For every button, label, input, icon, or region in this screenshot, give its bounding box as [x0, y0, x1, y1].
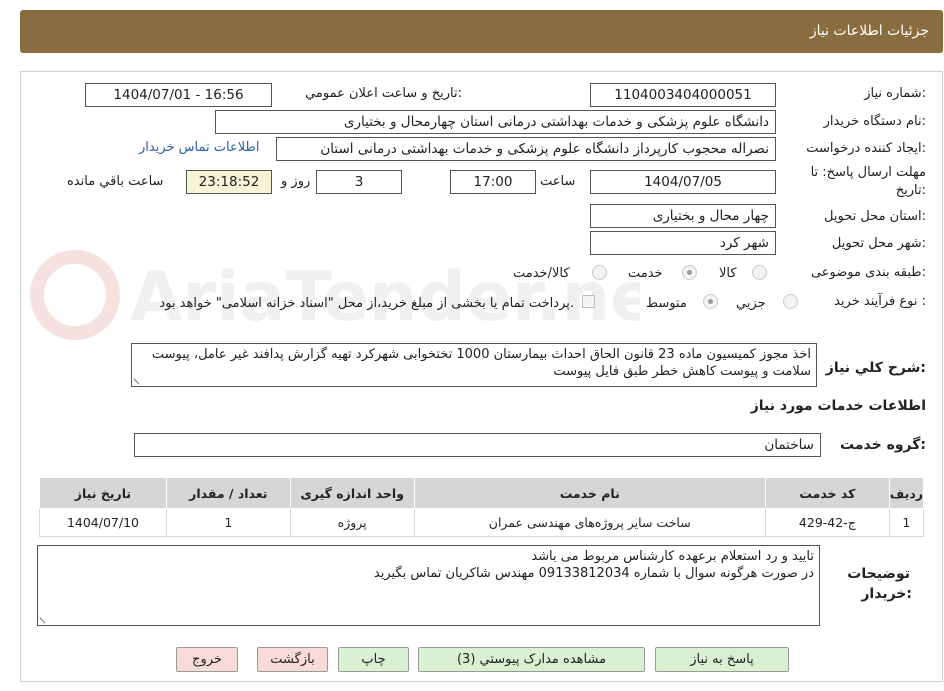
buyer-notes-label: توضیحات [847, 566, 910, 582]
buyer-notes-line-2: در صورت هرگونه سوال با شماره 09133812034… [373, 566, 814, 581]
cell-quantity: 1 [165, 508, 291, 537]
treasury-payment-checkbox[interactable] [582, 295, 595, 308]
announce-date-label: تاریخ و ساعت اعلان عمومي: [305, 86, 462, 101]
deadline-label: مهلت ارسال پاسخ: تا [810, 165, 926, 180]
services-section-title: اطلاعات خدمات مورد نیاز [750, 398, 926, 414]
summary-textarea[interactable]: اخذ مجوز کمیسیون ماده 23 قانون الحاق احد… [131, 343, 817, 387]
need-number-field[interactable]: 1104003404000051 [590, 83, 776, 107]
delivery-city-field[interactable]: شهر کرد [590, 231, 776, 255]
treasury-payment-note: پرداخت تمام یا بخشی از مبلغ خرید،از محل … [159, 296, 574, 311]
summary-label: شرح کلي نیاز: [825, 360, 926, 376]
process-minor-label: جزيي [736, 296, 766, 311]
col-quantity: تعداد / مقدار [165, 477, 291, 509]
delivery-city-label: شهر محل تحویل: [831, 236, 926, 251]
summary-text: اخذ مجوز کمیسیون ماده 23 قانون الحاق احد… [151, 347, 811, 379]
announce-date-field[interactable]: 1404/07/01 - 16:56 [85, 83, 272, 107]
process-medium-radio[interactable] [703, 294, 718, 309]
col-need-date: تاریخ نیاز [39, 477, 167, 509]
remaining-time-label: ساعت باقي مانده [67, 174, 164, 189]
buyer-notes-label-2: خریدار: [861, 586, 912, 602]
buyer-notes-line-1: تایید و رد استعلام برعهده کارشناس مربوط … [531, 549, 814, 564]
deadline-time-label: ساعت [540, 174, 576, 189]
services-table-wrapper: ردیف کد خدمت نام خدمت واحد اندازه گیری ت… [39, 477, 925, 537]
service-group-label: گروه خدمت: [840, 437, 926, 453]
deadline-date-field[interactable]: 1404/07/05 [590, 170, 776, 194]
view-attachments-button[interactable]: مشاهده مدارک پیوستي (3) [418, 647, 645, 672]
page-header: جزئیات اطلاعات نیاز [20, 10, 943, 53]
col-unit: واحد اندازه گیری [289, 477, 415, 509]
category-service-label: خدمت [628, 266, 663, 281]
col-row: ردیف [888, 477, 925, 509]
category-label: طبقه بندی موضوعی: [810, 265, 926, 280]
deadline-time-field[interactable]: 17:00 [450, 170, 536, 194]
buyer-org-label: نام دستگاه خریدار: [823, 114, 926, 129]
table-row: 1 ج-42-429 ساخت سایر پروژه‌های مهندسی عم… [39, 508, 925, 537]
cell-service-name: ساخت سایر پروژه‌های مهندسی عمران [413, 508, 766, 537]
requester-field[interactable]: نصراله محجوب کارپرداز دانشگاه علوم پزشکی… [276, 137, 776, 161]
buyer-org-field[interactable]: دانشگاه علوم پزشکی و خدمات بهداشتی درمان… [215, 110, 776, 134]
category-goods-label: کالا [719, 266, 737, 281]
cell-row: 1 [888, 508, 925, 537]
category-goods-radio[interactable] [752, 265, 767, 280]
cell-need-date: 1404/07/10 [39, 508, 167, 537]
category-goods-service-label: کالا/خدمت [513, 266, 570, 281]
print-button[interactable]: چاپ [338, 647, 409, 672]
process-label: نوع فرآیند خرید : [834, 294, 926, 309]
reply-button[interactable]: پاسخ به نیاز [655, 647, 789, 672]
resize-grip-icon[interactable] [39, 612, 51, 624]
col-service-code: کد خدمت [764, 477, 890, 509]
buyer-notes-textarea[interactable]: تایید و رد استعلام برعهده کارشناس مربوط … [37, 545, 820, 626]
cell-service-code: ج-42-429 [764, 508, 890, 537]
process-medium-label: متوسط [646, 296, 687, 311]
col-service-name: نام خدمت [413, 477, 766, 509]
cell-unit: پروژه [289, 508, 415, 537]
delivery-province-label: استان محل تحویل: [824, 209, 926, 224]
services-table: ردیف کد خدمت نام خدمت واحد اندازه گیری ت… [39, 477, 925, 537]
page-title: جزئیات اطلاعات نیاز [809, 23, 929, 39]
back-button[interactable]: بازگشت [257, 647, 328, 672]
process-minor-radio[interactable] [783, 294, 798, 309]
category-goods-service-radio[interactable] [592, 265, 607, 280]
remaining-days-label: روز و [281, 174, 311, 189]
requester-label: ایجاد کننده درخواست: [806, 141, 926, 156]
services-table-header: ردیف کد خدمت نام خدمت واحد اندازه گیری ت… [39, 477, 925, 509]
need-number-label: شماره نیاز: [864, 86, 926, 101]
exit-button[interactable]: خروج [176, 647, 238, 672]
remaining-time-field: 23:18:52 [186, 170, 272, 194]
service-group-field[interactable]: ساختمان [134, 433, 821, 457]
remaining-days-field[interactable]: 3 [316, 170, 402, 194]
delivery-province-field[interactable]: چهار محال و بختیاری [590, 204, 776, 228]
buyer-contact-link[interactable]: اطلاعات تماس خریدار [139, 140, 259, 155]
deadline-label-date: تاریخ: [895, 183, 926, 198]
category-service-radio[interactable] [682, 265, 697, 280]
